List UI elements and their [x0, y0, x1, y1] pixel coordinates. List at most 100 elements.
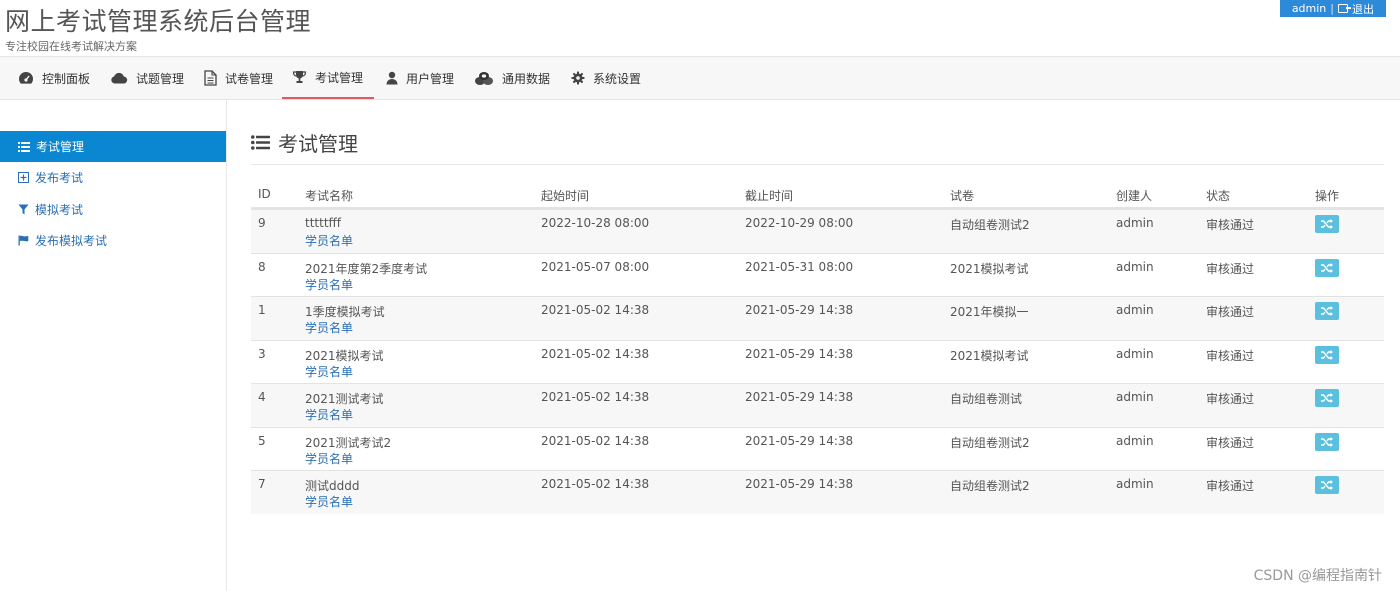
nav-common-data-label: 通用数据 — [502, 71, 551, 86]
cell-creator: admin — [1116, 477, 1154, 491]
column-header-name: 考试名称 — [305, 189, 354, 203]
username-link[interactable]: admin — [1292, 2, 1326, 15]
cell-status: 审核通过 — [1206, 435, 1255, 450]
column-header-paper: 试卷 — [950, 189, 975, 203]
nav-papers[interactable]: 试卷管理 — [204, 57, 273, 99]
top-nav: 控制面板 试题管理 试卷管理 考试管理 用户管理 通用数据 系统设置 — [0, 57, 1400, 100]
gear-icon — [571, 71, 585, 85]
cell-exam-name: 2021模拟考试 — [305, 348, 384, 363]
nav-settings-label: 系统设置 — [593, 71, 642, 86]
cell-id: 9 — [258, 216, 266, 230]
filter-icon — [18, 204, 29, 215]
cell-creator: admin — [1116, 346, 1154, 361]
table-row: 1 1季度模拟考试 2021-05-02 14:38 2021-05-29 14:38… — [251, 296, 1384, 340]
dashboard-icon — [19, 72, 33, 84]
sidebar: 考试管理 发布考试 模拟考试 发布模拟考试 — [0, 100, 227, 591]
cell-id: 5 — [258, 433, 266, 448]
sidebar-item-mock-exam[interactable]: 模拟考试 — [0, 194, 226, 225]
nav-users[interactable]: 用户管理 — [386, 57, 454, 99]
cell-paper: 自动组卷测试2 — [950, 479, 1030, 493]
table-row: 7 测试dddd 2021-05-02 14:38 2021-05-29 14:38 自… — [251, 470, 1384, 514]
cell-status: 审核通过 — [1206, 348, 1255, 363]
cell-paper: 自动组卷测试 — [950, 392, 1023, 406]
sidebar-item-label: 发布考试 — [35, 171, 84, 185]
shuffle-button[interactable] — [1315, 302, 1339, 320]
logout-link[interactable]: 退出 — [1352, 1, 1374, 17]
student-list-link[interactable]: 学员名单 — [305, 450, 353, 467]
cell-exam-name: tttttfff — [305, 216, 342, 230]
cell-end-time: 2021-05-31 08:00 — [745, 259, 854, 274]
nav-exams-label: 考试管理 — [315, 70, 364, 85]
cell-exam-name: 2021测试考试 — [305, 392, 384, 406]
sidebar-item-publish-exam[interactable]: 发布考试 — [0, 162, 226, 193]
cell-status: 审核通过 — [1206, 218, 1255, 232]
cell-start-time: 2021-05-02 14:38 — [541, 346, 650, 361]
sidebar-item-publish-mock-exam[interactable]: 发布模拟考试 — [0, 225, 226, 256]
shuffle-button[interactable] — [1315, 432, 1339, 451]
cell-exam-name: 2021测试考试2 — [305, 435, 392, 450]
coins-icon — [475, 71, 493, 85]
cell-paper: 2021年模拟一 — [950, 305, 1029, 319]
cell-id: 4 — [258, 390, 266, 404]
title-divider — [251, 164, 1384, 165]
cell-creator: admin — [1116, 303, 1154, 317]
shuffle-button[interactable] — [1315, 258, 1339, 277]
shuffle-button[interactable] — [1315, 345, 1339, 364]
nav-common-data[interactable]: 通用数据 — [474, 57, 550, 99]
page-title-text: 考试管理 — [278, 132, 358, 156]
column-header-start: 起始时间 — [541, 189, 590, 203]
shuffle-icon — [1321, 219, 1333, 229]
shuffle-button[interactable] — [1315, 215, 1339, 233]
cell-id: 7 — [258, 477, 266, 491]
shuffle-button[interactable] — [1315, 476, 1339, 494]
cell-end-time: 2021-05-29 14:38 — [745, 346, 854, 361]
cell-creator: admin — [1116, 433, 1154, 448]
nav-questions-label: 试题管理 — [136, 71, 185, 86]
student-list-link[interactable]: 学员名单 — [305, 319, 353, 336]
shuffle-icon — [1321, 393, 1333, 403]
cell-start-time: 2021-05-02 14:38 — [541, 390, 650, 404]
flag-icon — [18, 235, 29, 246]
list-icon — [251, 135, 270, 150]
cell-exam-name: 测试dddd — [305, 479, 360, 493]
cell-start-time: 2021-05-02 14:38 — [541, 477, 650, 491]
cell-start-time: 2021-05-02 14:38 — [541, 433, 650, 448]
shuffle-icon — [1321, 349, 1333, 360]
student-list-link[interactable]: 学员名单 — [305, 276, 353, 293]
nav-papers-label: 试卷管理 — [225, 71, 274, 86]
shuffle-icon — [1321, 306, 1333, 316]
student-list-link[interactable]: 学员名单 — [305, 363, 353, 380]
trophy-icon — [292, 71, 307, 83]
column-header-status: 状态 — [1206, 189, 1231, 203]
student-list-link[interactable]: 学员名单 — [305, 493, 353, 510]
logout-icon — [1338, 4, 1351, 13]
nav-settings[interactable]: 系统设置 — [571, 57, 641, 99]
table-row: 4 2021测试考试 2021-05-02 14:38 2021-05-29 14:3… — [251, 383, 1384, 427]
table-header: ID 考试名称 起始时间 截止时间 试卷 创建人 状态 操作 — [251, 180, 1384, 209]
nav-questions[interactable]: 试题管理 — [110, 57, 184, 99]
user-icon — [386, 71, 398, 85]
cell-paper: 自动组卷测试2 — [950, 218, 1030, 232]
cell-start-time: 2021-05-02 14:38 — [541, 303, 650, 317]
cell-start-time: 2021-05-07 08:00 — [541, 259, 650, 274]
cell-start-time: 2022-10-28 08:00 — [541, 216, 650, 230]
shuffle-icon — [1321, 480, 1333, 490]
table-row: 5 2021测试考试2 2021-05-02 14:38 2021-05-29 14:… — [251, 426, 1384, 471]
site-title: 网上考试管理系统后台管理 — [5, 7, 312, 36]
plus-square-icon — [18, 172, 29, 183]
page-title: 考试管理 — [251, 128, 358, 157]
nav-users-label: 用户管理 — [406, 71, 455, 86]
shuffle-button[interactable] — [1315, 389, 1339, 407]
nav-dashboard[interactable]: 控制面板 — [18, 57, 90, 99]
cell-status: 审核通过 — [1206, 392, 1255, 406]
student-list-link[interactable]: 学员名单 — [305, 232, 353, 249]
cell-creator: admin — [1116, 390, 1154, 404]
student-list-link[interactable]: 学员名单 — [305, 406, 353, 423]
cell-creator: admin — [1116, 259, 1154, 274]
cell-paper: 自动组卷测试2 — [950, 435, 1030, 450]
nav-exams[interactable]: 考试管理 — [282, 57, 374, 99]
cell-end-time: 2022-10-29 08:00 — [745, 216, 854, 230]
document-icon — [204, 70, 217, 86]
cell-creator: admin — [1116, 216, 1154, 230]
sidebar-item-exam-management[interactable]: 考试管理 — [0, 131, 226, 162]
